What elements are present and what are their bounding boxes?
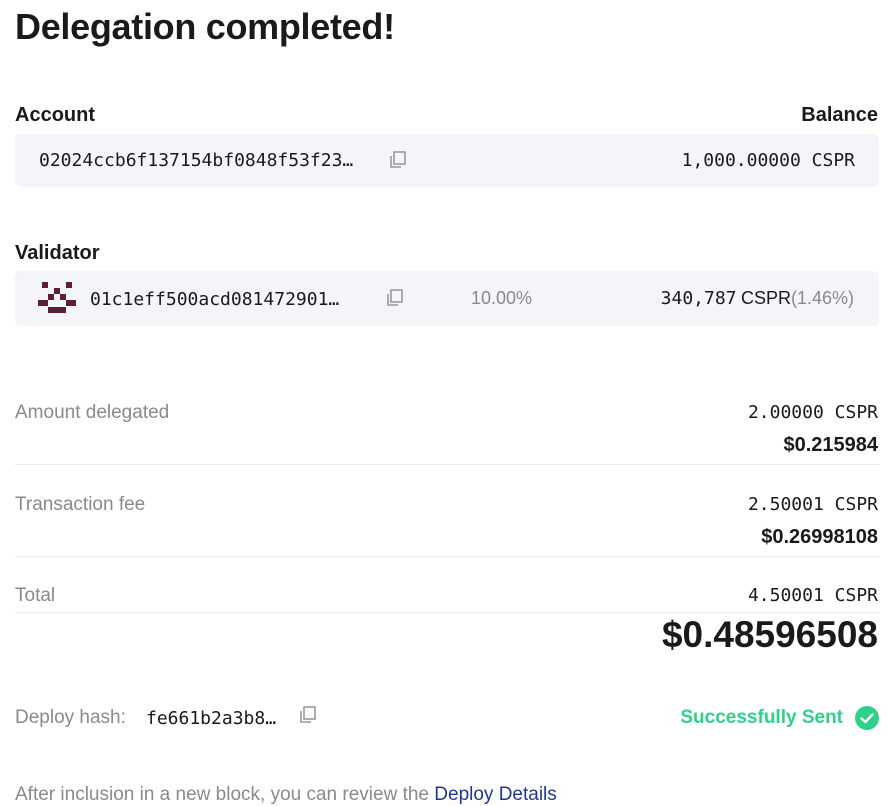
deploy-hash-label: Deploy hash: — [15, 707, 126, 728]
copy-icon[interactable] — [298, 705, 318, 725]
validator-address: 01c1eff500acd081472901… — [90, 289, 340, 310]
total-cspr: 4.50001 CSPR — [747, 585, 878, 606]
deploy-status: Successfully Sent — [680, 707, 843, 728]
account-balance: 1,000.00000 CSPR — [681, 150, 855, 171]
amount-delegated-label: Amount delegated — [15, 402, 170, 423]
validator-stake-share: (1.46%) — [790, 288, 854, 308]
footer-text: After inclusion in a new block, you can … — [15, 784, 429, 805]
validator-commission: 10.00% — [471, 288, 533, 308]
validator-identicon — [38, 281, 76, 319]
amount-delegated-cspr: 2.00000 CSPR — [747, 402, 878, 423]
balance-label: Balance — [801, 104, 878, 126]
total-usd: $0.48596508 — [661, 614, 878, 655]
footer-note: After inclusion in a new block, you can … — [15, 784, 557, 806]
amount-delegated-usd: $0.215984 — [783, 434, 878, 456]
copy-icon[interactable] — [388, 150, 408, 170]
check-circle-icon — [855, 706, 879, 730]
validator-stake: 340,787 CSPR(1.46%) — [661, 288, 854, 309]
validator-label: Validator — [15, 242, 100, 264]
transaction-fee-label: Transaction fee — [15, 494, 146, 515]
deploy-details-link[interactable]: Deploy Details — [434, 784, 557, 805]
account-label: Account — [15, 104, 95, 126]
validator-stake-unit: CSPR — [740, 288, 791, 308]
deploy-hash-value: fe661b2a3b8… — [146, 708, 277, 729]
divider — [15, 556, 879, 557]
account-address: 02024ccb6f137154bf0848f53f23… — [39, 150, 354, 171]
validator-stake-amount: 340,787 — [660, 288, 737, 309]
account-panel: 02024ccb6f137154bf0848f53f23… 1,000.0000… — [15, 134, 879, 187]
divider — [15, 464, 879, 465]
divider — [15, 612, 879, 613]
transaction-fee-usd: $0.26998108 — [761, 526, 878, 548]
transaction-fee-cspr: 2.50001 CSPR — [747, 494, 878, 515]
page-title: Delegation completed! — [15, 6, 395, 47]
total-label: Total — [15, 585, 56, 606]
copy-icon[interactable] — [385, 288, 405, 308]
